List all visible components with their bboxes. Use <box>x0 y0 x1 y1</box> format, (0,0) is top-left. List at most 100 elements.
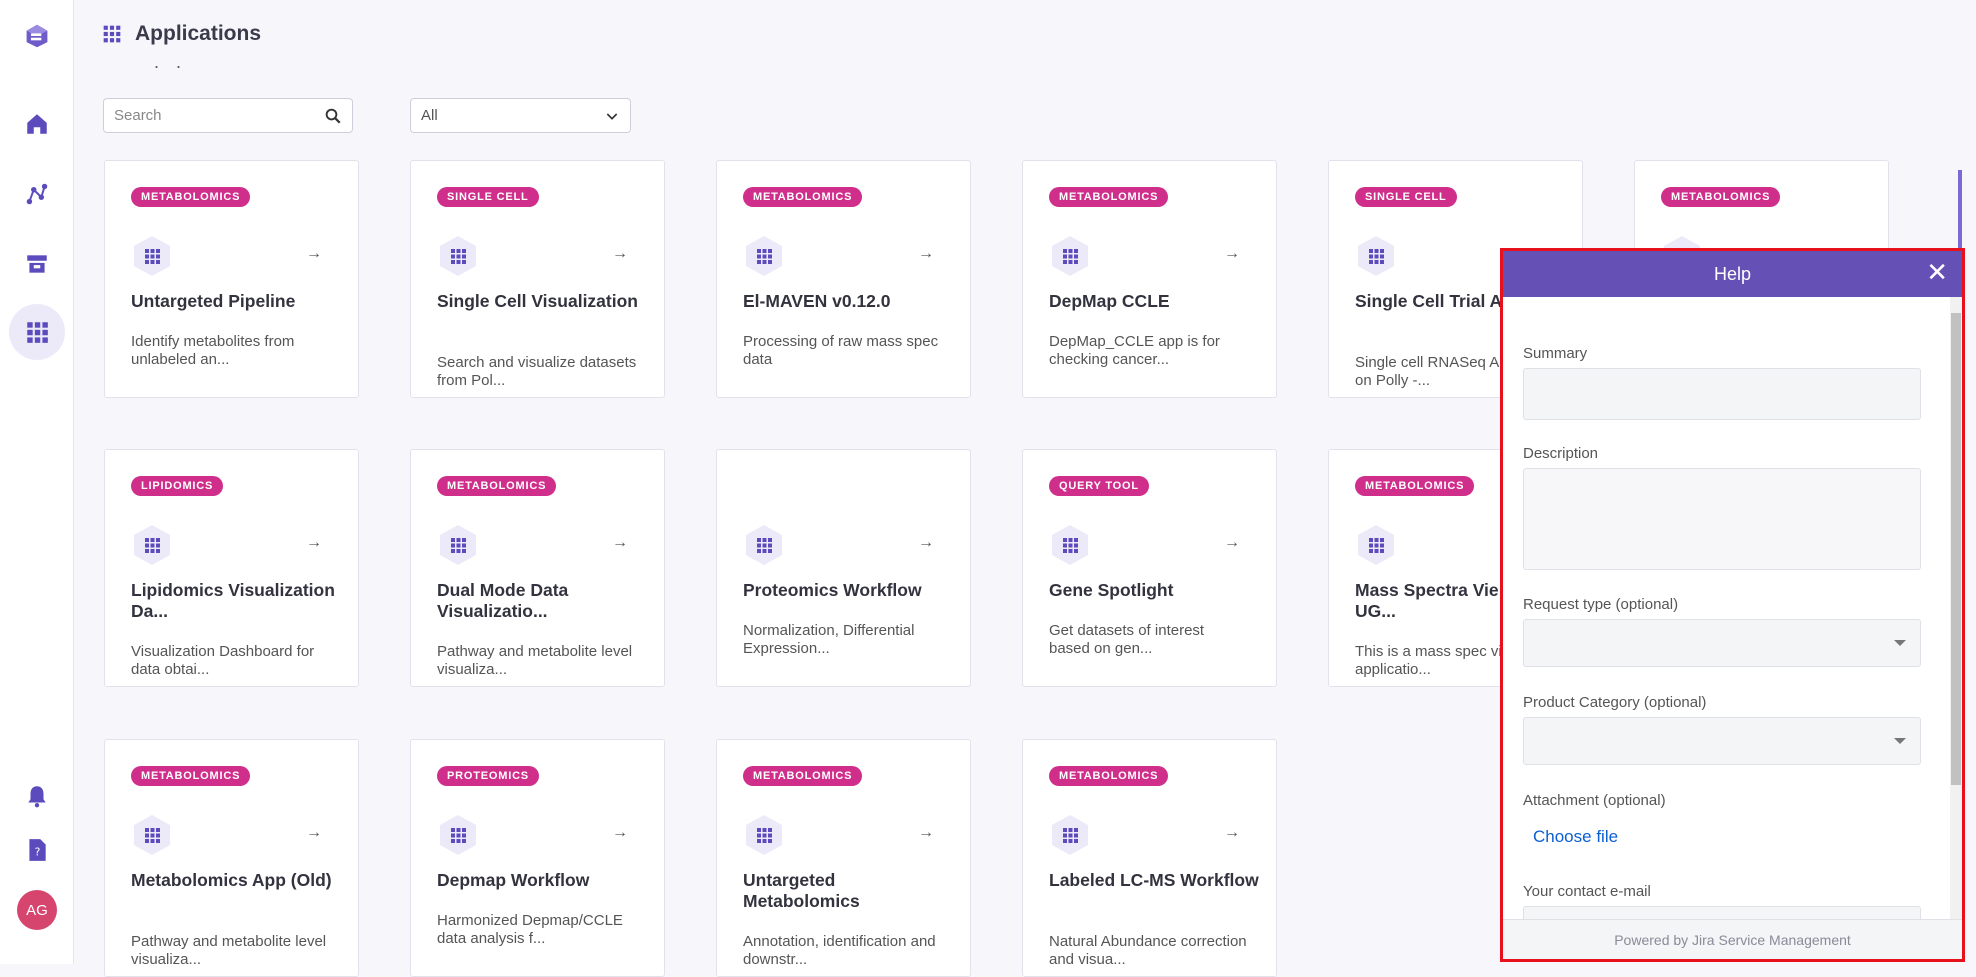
app-card[interactable]: METABOLOMICS → Untargeted Metabolomics Anno… <box>716 739 971 977</box>
app-card[interactable]: → Proteomics Workflow Normalization, Diffe… <box>716 449 971 687</box>
app-icon <box>134 236 170 276</box>
workspace-icon[interactable] <box>13 240 61 288</box>
arrow-right-icon[interactable]: → <box>1224 245 1240 263</box>
app-title: Metabolomics App (Old) <box>131 870 332 890</box>
app-icon <box>746 815 782 855</box>
app-icon <box>1052 815 1088 855</box>
description-label: Description <box>1523 445 1599 462</box>
search-icon[interactable] <box>324 107 342 125</box>
app-card[interactable]: PROTEOMICS → Depmap Workflow Harmonized Dep… <box>410 739 665 977</box>
category-badge: METABOLOMICS <box>1661 187 1781 207</box>
product-category-label: Product Category (optional) <box>1523 694 1707 711</box>
arrow-right-icon[interactable]: → <box>1224 534 1240 552</box>
arrow-right-icon[interactable]: → <box>918 245 934 263</box>
category-badge: QUERY TOOL <box>1049 476 1149 496</box>
app-title: Proteomics Workflow <box>743 580 922 600</box>
app-icon <box>440 525 476 565</box>
home-icon[interactable] <box>13 100 61 148</box>
app-title: Gene Spotlight <box>1049 580 1174 600</box>
app-card[interactable]: QUERY TOOL → Gene Spotlight Get datasets of… <box>1022 449 1277 687</box>
loading-dots: . . <box>154 52 188 72</box>
app-icon <box>1052 236 1088 276</box>
category-badge: SINGLE CELL <box>437 187 539 207</box>
arrow-right-icon[interactable]: → <box>306 824 322 842</box>
arrow-right-icon[interactable]: → <box>306 245 322 263</box>
search-box[interactable] <box>103 98 353 133</box>
category-badge: METABOLOMICS <box>743 187 863 207</box>
product-category-select[interactable] <box>1523 717 1921 765</box>
arrow-right-icon[interactable]: → <box>612 824 628 842</box>
help-form: Summary Description Request type (option… <box>1503 297 1950 926</box>
help-doc-icon[interactable]: ? <box>13 826 61 874</box>
arrow-right-icon[interactable]: → <box>918 824 934 842</box>
app-card[interactable]: LIPIDOMICS → Lipidomics Visualization Da..… <box>104 449 359 687</box>
category-badge: METABOLOMICS <box>1355 476 1475 496</box>
app-title: El-MAVEN v0.12.0 <box>743 291 891 311</box>
app-title: DepMap CCLE <box>1049 291 1170 311</box>
avatar[interactable]: AG <box>17 890 57 930</box>
app-title: Dual Mode Data Visualizatio... <box>437 580 569 621</box>
logo-icon[interactable] <box>13 12 61 60</box>
sidebar: ? AG <box>0 0 74 964</box>
app-title: Single Cell Visualization <box>437 291 638 311</box>
attachment-label: Attachment (optional) <box>1523 792 1666 809</box>
app-icon <box>1358 525 1394 565</box>
summary-label: Summary <box>1523 345 1588 362</box>
help-scroll-thumb[interactable] <box>1951 313 1961 785</box>
app-description: Harmonized Depmap/CCLE data analysis f..… <box>437 912 623 947</box>
app-icon <box>134 815 170 855</box>
email-label: Your contact e-mail <box>1523 883 1651 900</box>
search-input[interactable] <box>114 107 324 124</box>
category-badge: PROTEOMICS <box>437 766 539 786</box>
app-card[interactable]: METABOLOMICS → Untargeted Pipeline Identify… <box>104 160 359 398</box>
page-title: Applications <box>135 22 262 45</box>
app-title: Depmap Workflow <box>437 870 590 890</box>
description-field[interactable] <box>1523 468 1921 570</box>
close-icon[interactable]: ✕ <box>1926 259 1948 285</box>
app-title: Labeled LC-MS Workflow <box>1049 870 1259 890</box>
arrow-right-icon[interactable]: → <box>612 245 628 263</box>
app-card[interactable]: METABOLOMICS → DepMap CCLE DepMap_CCLE app … <box>1022 160 1277 398</box>
category-badge: METABOLOMICS <box>131 187 251 207</box>
app-description: Identify metabolites from unlabeled an..… <box>131 333 295 368</box>
app-card[interactable]: METABOLOMICS → El-MAVEN v0.12.0 Processing … <box>716 160 971 398</box>
choose-file-button[interactable]: Choose file <box>1533 827 1618 847</box>
category-badge: LIPIDOMICS <box>131 476 224 496</box>
app-description: Search and visualize datasets from Pol..… <box>437 354 637 389</box>
chevron-down-icon <box>606 112 618 120</box>
help-footer[interactable]: Powered by Jira Service Management <box>1503 919 1962 959</box>
app-card[interactable]: METABOLOMICS → Metabolomics App (Old) Pathw… <box>104 739 359 977</box>
request-type-select[interactable] <box>1523 619 1921 667</box>
help-scrollbar[interactable] <box>1950 297 1962 919</box>
app-title: Untargeted Metabolomics <box>743 870 860 911</box>
app-icon <box>746 525 782 565</box>
arrow-right-icon[interactable]: → <box>918 534 934 552</box>
apps-grid-icon <box>103 25 121 43</box>
workflow-icon[interactable] <box>13 170 61 218</box>
help-widget: Help ✕ Summary Description Request type … <box>1500 248 1965 962</box>
app-icon <box>746 236 782 276</box>
arrow-right-icon[interactable]: → <box>1224 824 1240 842</box>
app-card[interactable]: SINGLE CELL → Single Cell Visualization Sea… <box>410 160 665 398</box>
app-card[interactable]: METABOLOMICS → Labeled LC-MS Workflow Natur… <box>1022 739 1277 977</box>
help-title: Help <box>1713 263 1752 284</box>
request-type-label: Request type (optional) <box>1523 596 1679 613</box>
category-badge: METABOLOMICS <box>1049 187 1169 207</box>
summary-field[interactable] <box>1523 368 1921 420</box>
category-badge: SINGLE CELL <box>1355 187 1457 207</box>
category-badge: METABOLOMICS <box>1049 766 1169 786</box>
caret-down-icon <box>1894 640 1906 646</box>
app-description: Visualization Dashboard for data obtai..… <box>131 643 315 678</box>
app-description: Processing of raw mass spec data <box>743 333 939 368</box>
applications-icon[interactable] <box>9 304 65 360</box>
bell-icon[interactable] <box>13 772 61 820</box>
category-badge: METABOLOMICS <box>437 476 557 496</box>
category-badge: METABOLOMICS <box>743 766 863 786</box>
arrow-right-icon[interactable]: → <box>612 534 628 552</box>
app-icon <box>1052 525 1088 565</box>
app-title: Lipidomics Visualization Da... <box>131 580 335 621</box>
app-description: Pathway and metabolite level visualiza..… <box>437 643 633 678</box>
app-card[interactable]: METABOLOMICS → Dual Mode Data Visualizatio… <box>410 449 665 687</box>
arrow-right-icon[interactable]: → <box>306 534 322 552</box>
category-filter-select[interactable]: All <box>410 98 631 133</box>
